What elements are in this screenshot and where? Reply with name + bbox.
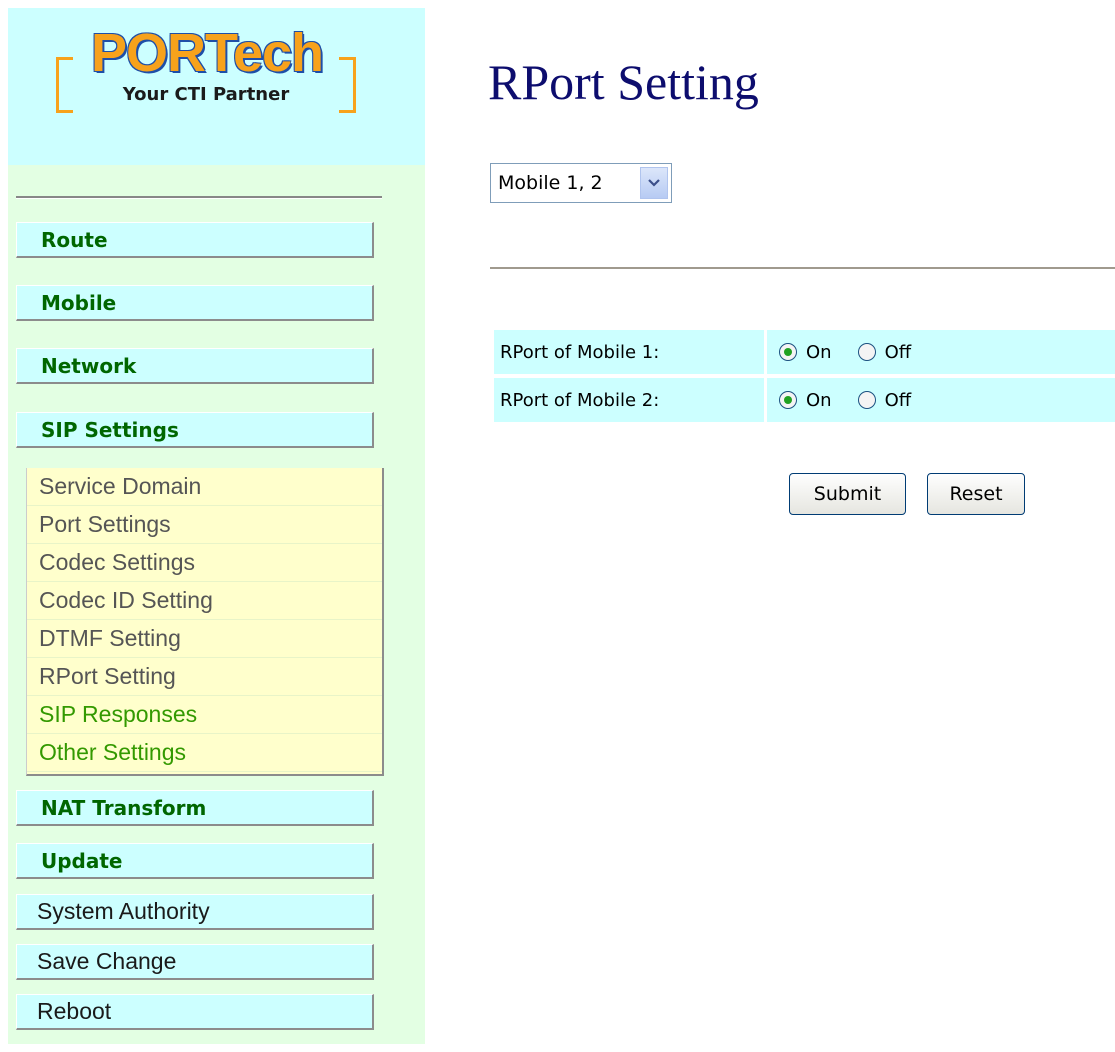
rport-mobile-1-off-radio[interactable]: [857, 343, 876, 361]
rport-label-mobile-2: RPort of Mobile 2:: [494, 378, 764, 422]
reset-button[interactable]: Reset: [927, 473, 1025, 515]
rport-mobile-2-on-label: On: [806, 389, 832, 411]
chevron-down-icon[interactable]: [640, 167, 668, 199]
logo-bracket-left: [56, 57, 73, 113]
rport-mobile-1-on-radio[interactable]: [779, 343, 797, 361]
rport-mobile-1-on-label: On: [806, 341, 832, 363]
sidebar-item-system-authority[interactable]: System Authority: [16, 894, 374, 930]
logo-tagline: Your CTI Partner: [122, 84, 290, 105]
rport-label-mobile-1: RPort of Mobile 1:: [494, 330, 764, 374]
submenu-service-domain[interactable]: Service Domain: [27, 468, 382, 506]
divider: [490, 267, 1115, 269]
rport-mobile-2-off-label: Off: [884, 389, 912, 411]
sidebar-item-update[interactable]: Update: [16, 843, 374, 879]
mobile-select-value: Mobile 1, 2: [498, 172, 603, 194]
rport-row-mobile-1: RPort of Mobile 1: On Off: [494, 330, 1115, 374]
sidebar-item-reboot[interactable]: Reboot: [16, 994, 374, 1030]
mobile-select[interactable]: Mobile 1, 2: [490, 163, 672, 203]
sip-settings-submenu: Service Domain Port Settings Codec Setti…: [26, 468, 384, 776]
rport-mobile-1-off-label: Off: [884, 341, 912, 363]
sidebar: PORTech Your CTI Partner Route Mobile Ne…: [8, 8, 425, 1044]
rport-options-mobile-1: On Off: [767, 330, 1115, 374]
sidebar-item-save-change[interactable]: Save Change: [16, 944, 374, 980]
rport-row-mobile-2: RPort of Mobile 2: On Off: [494, 378, 1115, 422]
logo-brand: PORTech: [90, 23, 324, 83]
submenu-dtmf-setting[interactable]: DTMF Setting: [27, 620, 382, 658]
sidebar-item-route[interactable]: Route: [16, 222, 374, 258]
rport-mobile-2-on-radio[interactable]: [779, 391, 797, 409]
sidebar-item-sip-settings[interactable]: SIP Settings: [16, 412, 374, 448]
submenu-other-settings[interactable]: Other Settings: [27, 734, 382, 772]
submenu-codec-settings[interactable]: Codec Settings: [27, 544, 382, 582]
sidebar-divider: [16, 196, 382, 199]
sidebar-item-nat-transform[interactable]: NAT Transform: [16, 790, 374, 826]
page-title: RPort Setting: [488, 54, 759, 110]
submenu-rport-setting[interactable]: RPort Setting: [27, 658, 382, 696]
portech-logo: PORTech Your CTI Partner: [48, 23, 364, 135]
rport-options-mobile-2: On Off: [767, 378, 1115, 422]
sidebar-item-network[interactable]: Network: [16, 348, 374, 384]
logo-bracket-right: [339, 57, 356, 113]
sidebar-item-mobile[interactable]: Mobile: [16, 285, 374, 321]
logo-area: PORTech Your CTI Partner: [8, 8, 425, 165]
submenu-sip-responses[interactable]: SIP Responses: [27, 696, 382, 734]
submenu-port-settings[interactable]: Port Settings: [27, 506, 382, 544]
rport-mobile-2-off-radio[interactable]: [857, 391, 876, 409]
submit-button[interactable]: Submit: [789, 473, 906, 515]
submenu-codec-id-setting[interactable]: Codec ID Setting: [27, 582, 382, 620]
